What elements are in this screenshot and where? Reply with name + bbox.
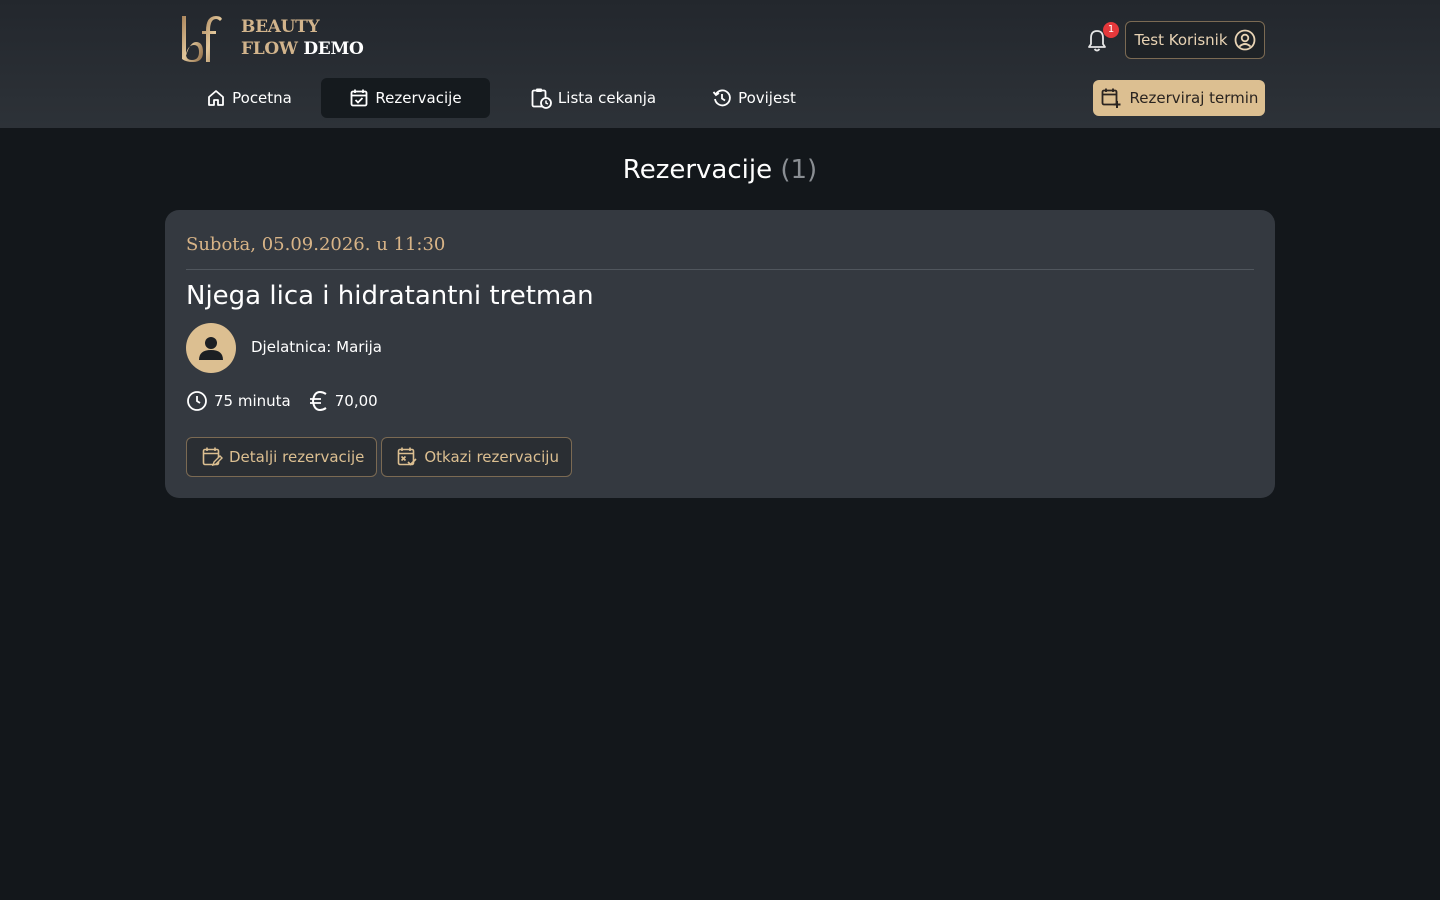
card-actions: Detalji rezervacije Otkazi rezervaciju (186, 437, 572, 477)
book-button-label: Rezerviraj termin (1129, 89, 1259, 107)
calendar-plus-icon (1101, 88, 1121, 108)
user-circle-icon (1234, 29, 1255, 51)
employee-avatar (186, 323, 236, 373)
calendar-check-icon (351, 89, 368, 107)
duration-text: 75 minuta (214, 392, 291, 410)
page-title-text: Rezervacije (622, 155, 773, 185)
book-appointment-button[interactable]: Rezerviraj termin (1093, 80, 1265, 116)
user-name: Test Korisnik (1134, 31, 1228, 49)
brand-name: BEAUTY FLOW DEMO (241, 16, 364, 60)
employee-label: Djelatnica: (251, 338, 332, 356)
price-text: 70,00 (334, 392, 378, 410)
brand-line-1: BEAUTY (241, 17, 320, 37)
person-icon (199, 337, 223, 360)
reservation-details-button[interactable]: Detalji rezervacije (186, 437, 378, 477)
reservation-date: Subota, 05.09.2026. u 11:30 (186, 234, 446, 255)
page-title: Rezervacije (1) (0, 150, 1440, 190)
reservation-card: Subota, 05.09.2026. u 11:30 Njega lica i… (165, 210, 1275, 498)
duration-item: 75 minuta (186, 390, 291, 412)
calendar-edit-icon (202, 447, 223, 467)
reservation-meta: 75 minuta 70,00 (186, 390, 396, 412)
top-header: BEAUTY FLOW DEMO 1 Test Korisnik Pocetna (0, 0, 1440, 128)
reservation-count: (1) (780, 155, 818, 185)
euro-icon (309, 390, 327, 412)
nav-item-povijest[interactable]: Povijest (685, 78, 823, 118)
employee-info: Djelatnica: Marija (251, 338, 382, 356)
cancel-reservation-button[interactable]: Otkazi rezervaciju (381, 437, 572, 477)
nav-label-rezervacije: Rezervacije (375, 89, 462, 107)
history-icon (712, 89, 731, 107)
nav-item-rezervacije[interactable]: Rezervacije (321, 78, 490, 118)
clock-icon (187, 391, 207, 411)
price-item: 70,00 (309, 390, 378, 412)
brand-line-2-gold: FLOW (241, 39, 298, 59)
brand-line-2-white: DEMO (303, 39, 364, 59)
service-name: Njega lica i hidratantni tretman (186, 281, 594, 311)
details-button-label: Detalji rezervacije (229, 448, 365, 466)
nav-label-povijest: Povijest (738, 89, 796, 107)
calendar-cancel-icon (398, 447, 417, 466)
card-divider (186, 269, 1254, 270)
nav-label-pocetna: Pocetna (232, 89, 292, 107)
user-menu-button[interactable]: Test Korisnik (1125, 21, 1265, 59)
logo-mark-icon (182, 16, 222, 62)
clipboard-clock-icon (531, 88, 552, 109)
nav-item-pocetna[interactable]: Pocetna (180, 78, 318, 118)
employee-name: Marija (336, 338, 382, 356)
nav-item-lista-cekanja[interactable]: Lista cekanja (503, 78, 683, 118)
nav-label-lista-cekanja: Lista cekanja (557, 89, 657, 107)
brand-logo[interactable]: BEAUTY FLOW DEMO (176, 12, 364, 64)
home-icon (208, 90, 225, 106)
notification-badge: 1 (1103, 22, 1119, 38)
cancel-button-label: Otkazi rezervaciju (424, 448, 559, 466)
